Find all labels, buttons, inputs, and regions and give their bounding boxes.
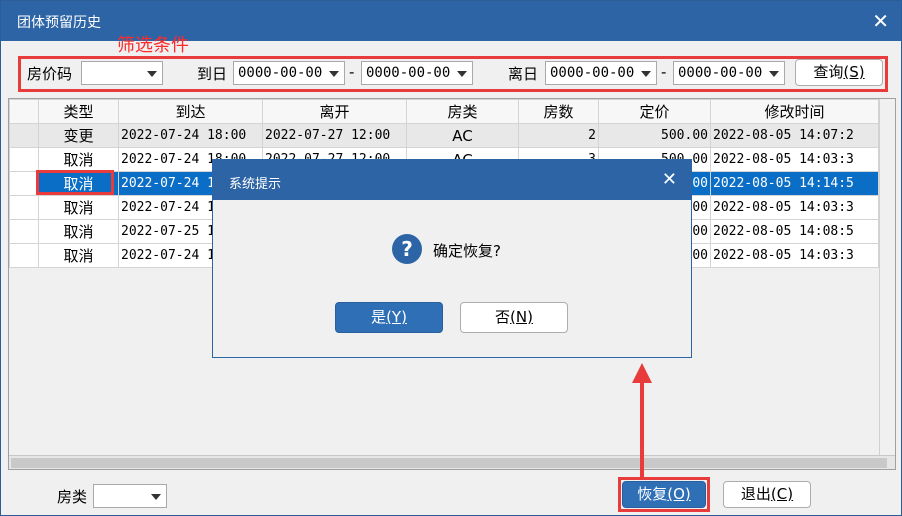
no-button-label: 否 — [495, 308, 511, 326]
selected-type-annotation-box — [36, 170, 114, 195]
confirm-dialog: 系统提示 ✕ ? 确定恢复? 是(Y) 否(N) — [212, 159, 692, 358]
column-header[interactable]: 房数 — [518, 99, 599, 124]
column-header[interactable]: 修改时间 — [710, 99, 879, 124]
yes-button-label: 是 — [371, 308, 387, 326]
dialog-message: 确定恢复? — [433, 242, 501, 260]
annotation-arrow-icon — [632, 363, 652, 383]
chevron-down-icon — [769, 71, 779, 77]
table-cell[interactable]: 2022-07-27 12:00 — [262, 123, 407, 148]
column-header[interactable]: 类型 — [38, 99, 119, 124]
depart-to-date[interactable]: 0000-00-00 — [673, 61, 785, 85]
table-cell[interactable]: 取消 — [38, 219, 119, 244]
chevron-down-icon — [151, 494, 161, 500]
no-button[interactable]: 否(N) — [460, 302, 568, 333]
annotation-arrow-shaft — [640, 379, 644, 477]
table-cell[interactable]: 2022-08-05 14:03:3 — [710, 243, 879, 268]
query-button-label: 查询 — [813, 63, 844, 81]
table-cell[interactable]: 2 — [518, 123, 599, 148]
row-indicator-icon[interactable] — [9, 147, 39, 172]
table-cell[interactable]: 2022-08-05 14:03:3 — [710, 195, 879, 220]
room-type-combo[interactable] — [93, 484, 167, 508]
query-button[interactable]: 查询(S) — [795, 59, 883, 86]
dialog-title: 系统提示 — [229, 177, 282, 192]
arrive-to-date[interactable]: 0000-00-00 — [361, 61, 473, 85]
room-type-label: 房类 — [57, 488, 88, 506]
arrive-from-date[interactable]: 0000-00-00 — [233, 61, 345, 85]
question-icon: ? — [392, 234, 422, 264]
depart-from-value: 0000-00-00 — [550, 65, 635, 81]
dialog-close-icon[interactable]: ✕ — [662, 169, 677, 190]
depart-to-value: 0000-00-00 — [678, 65, 763, 81]
row-indicator-icon[interactable] — [9, 123, 39, 148]
dialog-titlebar: 系统提示 ✕ — [213, 160, 691, 200]
group-reservation-history-window: 团体预留历史 ✕ 筛选条件 房价码 到日 0000-00-00 - 0000-0… — [0, 0, 902, 516]
arrive-date-label: 到日 — [197, 65, 228, 83]
room-rate-code-combo[interactable] — [81, 61, 163, 85]
scrollbar-thumb[interactable] — [11, 458, 887, 468]
row-indicator-icon[interactable] — [9, 219, 39, 244]
table-cell[interactable]: 取消 — [38, 147, 119, 172]
no-button-hotkey: (N) — [510, 308, 533, 326]
room-rate-code-label: 房价码 — [27, 65, 73, 83]
column-header[interactable]: 房类 — [406, 99, 519, 124]
arrive-from-value: 0000-00-00 — [238, 65, 323, 81]
filter-annotation-label: 筛选条件 — [117, 35, 189, 56]
column-header[interactable]: 离开 — [262, 99, 407, 124]
column-header[interactable]: 定价 — [598, 99, 711, 124]
table-row[interactable]: 变更 2022-07-24 18:00 2022-07-27 12:00 AC 2 500… — [9, 123, 879, 148]
column-header[interactable] — [9, 99, 39, 124]
window-close-icon[interactable]: ✕ — [872, 9, 889, 33]
table-cell[interactable]: 2022-08-05 14:08:5 — [710, 219, 879, 244]
table-cell[interactable]: AC — [406, 123, 519, 148]
yes-button-hotkey: (Y) — [386, 308, 407, 326]
row-indicator-icon[interactable]: ☞ — [9, 171, 39, 196]
table-cell[interactable]: 2022-08-05 14:07:2 — [710, 123, 879, 148]
query-button-hotkey: (S) — [843, 63, 865, 81]
table-cell[interactable]: 2022-08-05 14:03:3 — [710, 147, 879, 172]
chevron-down-icon — [147, 71, 157, 77]
row-indicator-icon[interactable] — [9, 243, 39, 268]
restore-annotation-box — [618, 477, 710, 512]
chevron-down-icon — [641, 71, 651, 77]
date-range-dash: - — [661, 63, 667, 81]
exit-button-hotkey: (C) — [770, 485, 794, 503]
vertical-scrollbar[interactable] — [879, 99, 895, 455]
table-cell[interactable]: 变更 — [38, 123, 119, 148]
exit-button-label: 退出 — [740, 485, 771, 503]
column-header[interactable]: 到达 — [118, 99, 263, 124]
depart-from-date[interactable]: 0000-00-00 — [545, 61, 657, 85]
window-title: 团体预留历史 — [17, 15, 101, 31]
table-cell[interactable]: 取消 — [38, 195, 119, 220]
arrive-to-value: 0000-00-00 — [366, 65, 451, 81]
table-cell[interactable]: 500.00 — [598, 123, 711, 148]
chevron-down-icon — [329, 71, 339, 77]
exit-button[interactable]: 退出(C) — [723, 481, 811, 508]
table-header-row: 类型 到达 离开 房类 房数 定价 修改时间 — [9, 99, 879, 124]
row-indicator-icon[interactable] — [9, 195, 39, 220]
table-cell[interactable]: 2022-08-05 14:14:5 — [710, 171, 879, 196]
table-cell[interactable]: 取消 — [38, 243, 119, 268]
horizontal-scrollbar[interactable] — [9, 455, 895, 469]
chevron-down-icon — [457, 71, 467, 77]
yes-button[interactable]: 是(Y) — [335, 302, 443, 333]
date-range-dash: - — [349, 63, 355, 81]
table-cell[interactable]: 2022-07-24 18:00 — [118, 123, 263, 148]
depart-date-label: 离日 — [508, 65, 539, 83]
